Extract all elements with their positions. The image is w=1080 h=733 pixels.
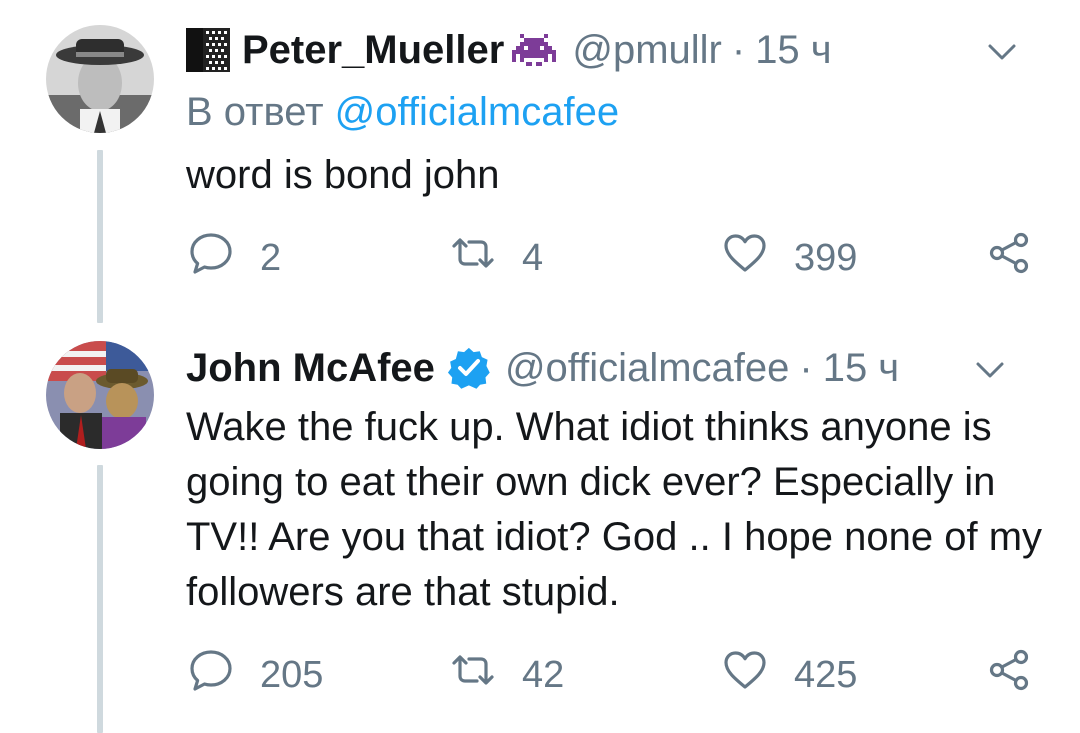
black-flag-icon <box>186 28 230 72</box>
share-button[interactable] <box>986 645 1032 705</box>
tweet-item[interactable]: Peter_Mueller @pmullr · 15 ч В ответ @of… <box>0 0 1080 323</box>
share-icon <box>986 647 1032 703</box>
reply-mention-link[interactable]: @officialmcafee <box>335 90 619 134</box>
reply-icon <box>188 647 234 703</box>
reply-context: В ответ @officialmcafee <box>186 90 619 135</box>
tweet-text: Wake the fuck up. What idiot thinks anyo… <box>186 405 1043 614</box>
reply-count: 2 <box>260 236 282 279</box>
like-button[interactable]: 425 <box>722 645 857 705</box>
chevron-down-icon[interactable] <box>982 32 1022 72</box>
avatar[interactable] <box>46 25 154 133</box>
thread-line <box>97 150 103 323</box>
tweet-timestamp[interactable]: 15 ч <box>755 28 831 73</box>
heart-icon <box>722 230 768 286</box>
reply-button[interactable]: 205 <box>188 645 323 705</box>
tweet-text: word is bond john <box>186 153 500 197</box>
user-handle[interactable]: @officialmcafee <box>505 346 789 391</box>
display-name[interactable]: Peter_Mueller <box>242 28 504 73</box>
retweet-count: 4 <box>522 236 544 279</box>
tweet-item[interactable]: John McAfee @officialmcafee · 15 ч Wake … <box>0 323 1080 733</box>
retweet-count: 42 <box>522 653 565 696</box>
reply-prefix: В ответ <box>186 90 324 134</box>
tweet-header: John McAfee @officialmcafee · 15 ч <box>186 340 1060 396</box>
heart-icon <box>722 647 768 703</box>
chevron-down-icon[interactable] <box>970 350 1010 390</box>
share-icon <box>986 230 1032 286</box>
retweet-button[interactable]: 4 <box>450 228 543 288</box>
retweet-icon <box>450 647 496 703</box>
space-invader-icon <box>510 30 558 70</box>
verified-badge-icon <box>447 346 491 390</box>
like-count: 399 <box>794 236 858 279</box>
avatar[interactable] <box>46 341 154 449</box>
tweet-timestamp[interactable]: 15 ч <box>823 346 899 391</box>
retweet-button[interactable]: 42 <box>450 645 564 705</box>
separator-dot: · <box>799 345 813 390</box>
tweet-header: Peter_Mueller @pmullr · 15 ч <box>186 22 1060 78</box>
like-button[interactable]: 399 <box>722 228 857 288</box>
display-name[interactable]: John McAfee <box>186 346 435 391</box>
like-count: 425 <box>794 653 858 696</box>
reply-button[interactable]: 2 <box>188 228 281 288</box>
separator-dot: · <box>731 27 746 72</box>
thread-line <box>97 465 103 733</box>
tweet-actions: 205 42 425 <box>186 645 1046 705</box>
reply-count: 205 <box>260 653 324 696</box>
retweet-icon <box>450 230 496 286</box>
share-button[interactable] <box>986 228 1032 288</box>
reply-icon <box>188 230 234 286</box>
user-handle[interactable]: @pmullr <box>572 28 722 73</box>
tweet-actions: 2 4 399 <box>186 228 1046 288</box>
